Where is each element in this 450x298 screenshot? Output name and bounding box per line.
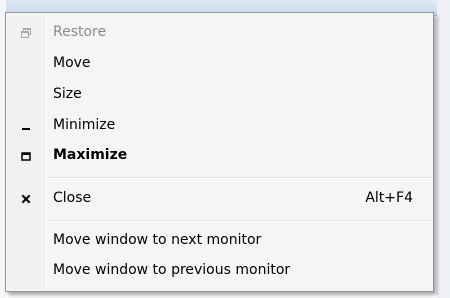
menu-item-label: Maximize <box>53 147 128 163</box>
menu-item-label: Move <box>53 55 91 71</box>
menu-item-label: Minimize <box>53 117 116 133</box>
maximize-icon <box>18 148 34 164</box>
menu-item-maximize[interactable]: Maximize <box>8 142 431 170</box>
system-context-menu: Restore Move Size Minimize Maximize Clos… <box>5 12 434 292</box>
menu-item-label: Move window to previous monitor <box>53 262 291 278</box>
background-window-edge <box>437 0 450 298</box>
menu-item-label: Close <box>53 190 92 206</box>
menu-separator <box>48 220 431 222</box>
menu-item-close[interactable]: Close Alt+F4 <box>8 185 431 213</box>
restore-icon <box>18 25 34 41</box>
menu-item-move[interactable]: Move <box>8 50 431 78</box>
close-icon <box>18 191 34 207</box>
menu-item-move-previous-monitor[interactable]: Move window to previous monitor <box>8 257 431 285</box>
menu-separator <box>48 177 431 179</box>
minimize-icon <box>18 118 34 134</box>
menu-item-size[interactable]: Size <box>8 81 431 109</box>
menu-item-label: Move window to next monitor <box>53 232 262 248</box>
menu-item-label: Restore <box>53 24 107 40</box>
menu-item-minimize[interactable]: Minimize <box>8 112 431 140</box>
menu-item-restore: Restore <box>8 19 431 47</box>
menu-item-move-next-monitor[interactable]: Move window to next monitor <box>8 227 431 255</box>
menu-item-label: Size <box>53 86 82 102</box>
menu-item-shortcut: Alt+F4 <box>365 190 413 206</box>
